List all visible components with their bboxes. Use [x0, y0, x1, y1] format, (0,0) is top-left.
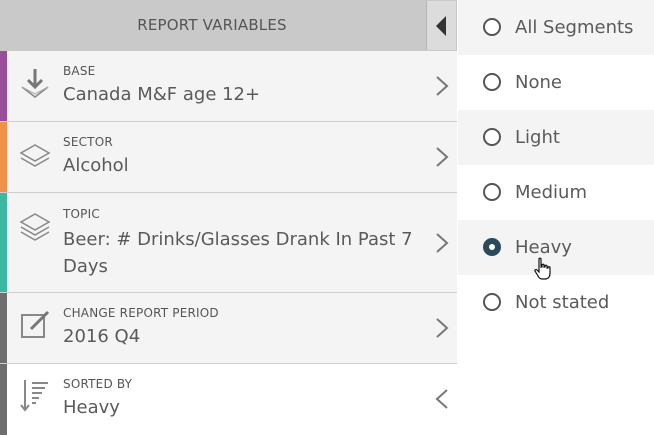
- row-base-value: Canada M&F age 12+: [63, 84, 261, 105]
- topic-color-stripe: [0, 193, 7, 292]
- row-sorted-by[interactable]: SORTED BY Heavy: [0, 364, 457, 435]
- layers-icon: [19, 144, 51, 167]
- row-sector-value: Alcohol: [63, 155, 129, 176]
- row-period-value: 2016 Q4: [63, 326, 141, 347]
- edit-icon: [21, 310, 50, 338]
- period-color-stripe: [0, 293, 7, 363]
- radio-icon[interactable]: [483, 73, 501, 91]
- chevron-right-icon: [436, 147, 449, 167]
- chevron-right-icon: [436, 76, 449, 96]
- radio-icon[interactable]: [483, 293, 501, 311]
- option-label: None: [515, 72, 562, 93]
- row-sorted-label: SORTED BY: [63, 377, 133, 391]
- radio-icon[interactable]: [483, 128, 501, 146]
- sector-color-stripe: [0, 122, 7, 192]
- radio-icon[interactable]: [483, 18, 501, 36]
- option-all-segments[interactable]: All Segments: [458, 0, 654, 55]
- option-not-stated[interactable]: Not stated: [458, 275, 654, 330]
- option-label: All Segments: [515, 17, 634, 38]
- caret-left-icon: [436, 16, 446, 36]
- option-light[interactable]: Light: [458, 110, 654, 165]
- sorted-color-stripe: [0, 364, 7, 435]
- row-base[interactable]: BASE Canada M&F age 12+: [0, 51, 457, 122]
- download-tray-icon: [21, 69, 49, 98]
- hand-pointer-cursor-icon: [534, 257, 551, 280]
- chevron-left-icon: [435, 389, 448, 409]
- option-label: Medium: [515, 182, 587, 203]
- option-none[interactable]: None: [458, 55, 654, 110]
- sort-options-panel: All Segments None Light Medium Heavy Not…: [458, 0, 654, 435]
- option-label: Not stated: [515, 292, 610, 313]
- row-sorted-value: Heavy: [63, 397, 120, 418]
- row-sector[interactable]: SECTOR Alcohol: [0, 122, 457, 193]
- chevron-right-icon: [436, 318, 449, 338]
- panel-title: REPORT VARIABLES: [137, 16, 287, 34]
- option-medium[interactable]: Medium: [458, 165, 654, 220]
- stacked-layers-icon: [19, 213, 51, 241]
- option-label: Light: [515, 127, 560, 148]
- collapse-panel-button[interactable]: [426, 1, 456, 50]
- row-topic-label: TOPIC: [63, 207, 100, 221]
- row-base-label: BASE: [63, 64, 96, 78]
- row-period-label: CHANGE REPORT PERIOD: [63, 306, 219, 320]
- radio-icon[interactable]: [483, 183, 501, 201]
- report-variables-panel: REPORT VARIABLES BASE Canada M&F age 12+…: [0, 0, 457, 435]
- row-change-report-period[interactable]: CHANGE REPORT PERIOD 2016 Q4: [0, 293, 457, 364]
- panel-header: REPORT VARIABLES: [0, 0, 457, 51]
- option-heavy[interactable]: Heavy: [458, 220, 654, 275]
- radio-checked-icon[interactable]: [483, 238, 501, 256]
- row-topic[interactable]: TOPIC Beer: # Drinks/Glasses Drank In Pa…: [0, 193, 457, 293]
- sort-descending-icon: [20, 380, 48, 412]
- row-topic-value: Beer: # Drinks/Glasses Drank In Past 7 D…: [63, 229, 413, 277]
- chevron-right-icon: [436, 233, 449, 253]
- row-sector-label: SECTOR: [63, 135, 113, 149]
- base-color-stripe: [0, 51, 7, 121]
